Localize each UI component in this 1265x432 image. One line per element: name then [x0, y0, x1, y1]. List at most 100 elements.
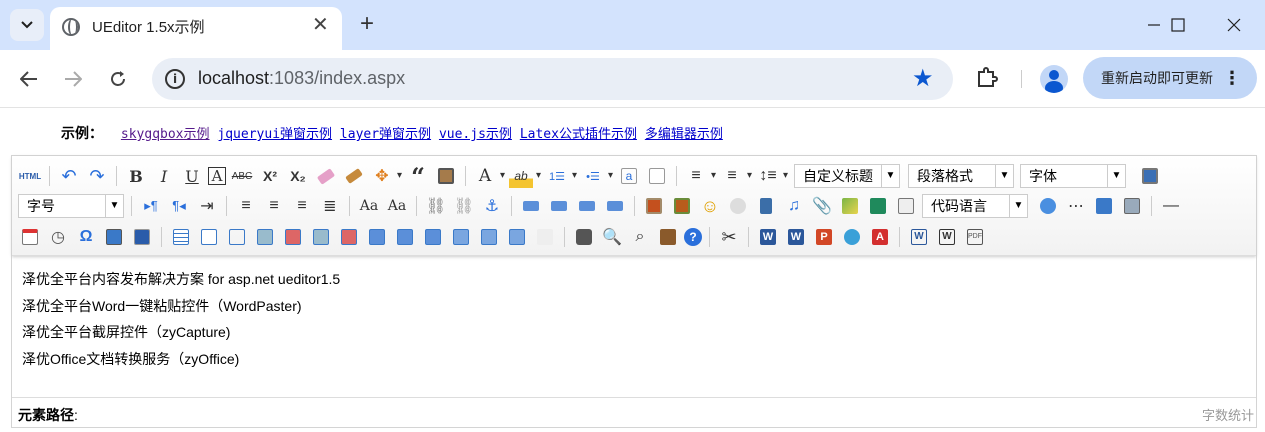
horizontal-rule-icon[interactable]: —: [1159, 194, 1183, 218]
eraser-icon[interactable]: [314, 164, 338, 188]
update-button[interactable]: 重新启动即可更新 ⋮: [1083, 57, 1257, 99]
word-import-icon[interactable]: W: [756, 225, 780, 249]
close-window-button[interactable]: [1211, 8, 1257, 42]
print-preview-icon[interactable]: 🔍: [600, 225, 624, 249]
paragraph-select[interactable]: 段落格式 ▼: [908, 164, 1014, 188]
to-lowercase-icon[interactable]: Aa: [385, 194, 409, 218]
highlight-icon[interactable]: ab: [509, 164, 541, 188]
format-painter-icon[interactable]: [342, 164, 366, 188]
split-to-cols-icon[interactable]: [505, 225, 529, 249]
insert-image-icon[interactable]: [642, 194, 666, 218]
example-link-multi-editor[interactable]: 多编辑器示例: [645, 127, 723, 142]
back-button[interactable]: [14, 64, 44, 94]
drafts-icon[interactable]: [656, 225, 680, 249]
image-right-icon[interactable]: [575, 194, 599, 218]
scissors-icon[interactable]: ✂: [717, 225, 741, 249]
direction-rtl-icon[interactable]: ¶◂: [167, 194, 191, 218]
align-left-icon[interactable]: ≡: [234, 194, 258, 218]
word-paste-icon[interactable]: W: [784, 225, 808, 249]
google-map-icon[interactable]: [866, 194, 890, 218]
insert-col-icon[interactable]: [309, 225, 333, 249]
blockquote-icon[interactable]: “: [406, 162, 430, 191]
example-link-latex[interactable]: Latex公式插件示例: [520, 127, 637, 142]
scrawl-icon[interactable]: [726, 194, 750, 218]
ppt-import-icon[interactable]: P: [812, 225, 836, 249]
font-family-select[interactable]: 字体 ▼: [1020, 164, 1126, 188]
paste-plain-icon[interactable]: [434, 164, 458, 188]
delete-row-icon[interactable]: [281, 225, 305, 249]
strikethrough-icon[interactable]: ABC: [230, 164, 254, 188]
align-center-icon[interactable]: ≡: [262, 194, 286, 218]
example-link-jqueryui[interactable]: jqueryui弹窗示例: [217, 127, 332, 142]
row-spacing-bottom-icon[interactable]: ≡: [720, 164, 752, 188]
indent-icon[interactable]: ⇥: [195, 194, 219, 218]
print-icon[interactable]: [572, 225, 596, 249]
special-chars-icon[interactable]: Ω: [74, 225, 98, 249]
word-export-icon[interactable]: W: [907, 225, 931, 249]
web-app-icon[interactable]: [1036, 194, 1060, 218]
image-left-icon[interactable]: [547, 194, 571, 218]
reload-button[interactable]: [103, 64, 133, 94]
insert-paragraph-before-table-icon[interactable]: [225, 225, 249, 249]
template-icon[interactable]: [1092, 194, 1116, 218]
undo-icon[interactable]: ↶: [57, 164, 81, 188]
music-icon[interactable]: ♫: [782, 194, 806, 218]
page-break-icon[interactable]: ⋯: [1064, 194, 1088, 218]
link-icon[interactable]: ⛓: [424, 194, 448, 218]
editor-content[interactable]: 泽优全平台内容发布解决方案 for asp.net ueditor1.5 泽优全…: [22, 266, 1242, 372]
emotion-icon[interactable]: ☺: [698, 194, 722, 218]
image-center-icon[interactable]: [603, 194, 627, 218]
site-info-icon[interactable]: i: [165, 69, 185, 89]
new-tab-button[interactable]: +: [355, 10, 379, 38]
bookmark-star-icon[interactable]: ★: [912, 64, 934, 93]
example-link-layer[interactable]: layer弹窗示例: [340, 127, 431, 142]
ordered-list-icon[interactable]: 1☰: [545, 164, 577, 188]
underline-icon[interactable]: U: [180, 164, 204, 188]
unordered-list-icon[interactable]: •☰: [581, 164, 613, 188]
insert-frame-icon[interactable]: [894, 194, 918, 218]
italic-icon[interactable]: I: [152, 164, 176, 188]
pdf-import-icon[interactable]: A: [868, 225, 892, 249]
delete-table-icon[interactable]: [197, 225, 221, 249]
align-right-icon[interactable]: ≡: [290, 194, 314, 218]
auto-typeset-icon[interactable]: ✥: [370, 164, 402, 188]
insert-row-icon[interactable]: [253, 225, 277, 249]
word-image-icon[interactable]: [130, 225, 154, 249]
image-none-icon[interactable]: [519, 194, 543, 218]
insert-video-icon[interactable]: [754, 194, 778, 218]
insert-table-icon[interactable]: [169, 225, 193, 249]
snapscreen-icon[interactable]: [102, 225, 126, 249]
select-all-icon[interactable]: a: [617, 164, 641, 188]
bold-icon[interactable]: B: [124, 164, 148, 188]
url-text[interactable]: localhost:1083/index.aspx: [198, 68, 405, 89]
extensions-icon[interactable]: [975, 66, 999, 90]
clear-document-icon[interactable]: [645, 164, 669, 188]
line-height-icon[interactable]: ↕≡: [756, 164, 788, 188]
row-spacing-top-icon[interactable]: ≡: [684, 164, 716, 188]
to-uppercase-icon[interactable]: Aa: [357, 194, 381, 218]
delete-col-icon[interactable]: [337, 225, 361, 249]
font-size-select[interactable]: 字号 ▼: [18, 194, 124, 218]
split-to-cells-icon[interactable]: [449, 225, 473, 249]
multi-image-icon[interactable]: [670, 194, 694, 218]
example-link-skygqbox[interactable]: skygqbox示例: [121, 127, 210, 142]
tab-close-button[interactable]: ✕: [312, 15, 329, 35]
unlink-icon[interactable]: ⛓: [452, 194, 476, 218]
superscript-icon[interactable]: X²: [258, 164, 282, 188]
merge-right-icon[interactable]: [393, 225, 417, 249]
more-menu-icon[interactable]: ⋮: [1223, 57, 1241, 99]
browser-tab[interactable]: UEditor 1.5x示例 ✕: [50, 7, 342, 50]
map-icon[interactable]: [838, 194, 862, 218]
attachment-icon[interactable]: 📎: [810, 194, 834, 218]
forward-button[interactable]: [58, 64, 88, 94]
help-icon[interactable]: ?: [684, 228, 702, 246]
merge-cells-icon[interactable]: [365, 225, 389, 249]
custom-title-select[interactable]: 自定义标题 ▼: [794, 164, 900, 188]
html-source-icon[interactable]: HTML: [18, 164, 42, 188]
font-border-icon[interactable]: A: [208, 167, 226, 185]
font-color-icon[interactable]: A: [473, 164, 505, 188]
background-icon[interactable]: [1120, 194, 1144, 218]
direction-ltr-icon[interactable]: ▸¶: [139, 194, 163, 218]
search-replace-icon[interactable]: ⌕: [628, 225, 652, 249]
merge-down-icon[interactable]: [421, 225, 445, 249]
